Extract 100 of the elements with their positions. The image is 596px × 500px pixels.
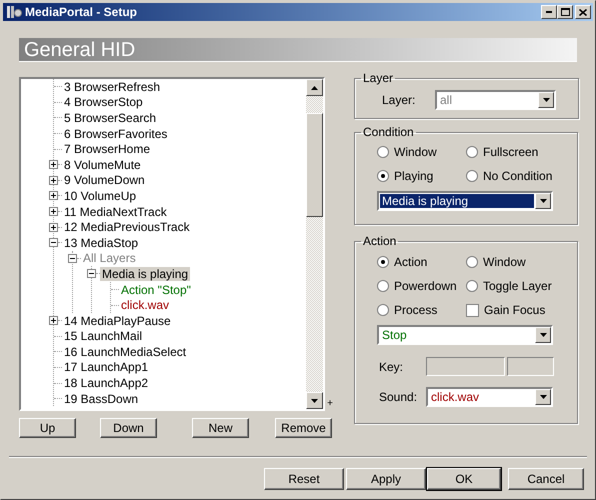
tree-item[interactable]: 19 BassDown [62, 392, 140, 406]
tree-item[interactable]: 10 VolumeUp [62, 188, 138, 203]
plus-icon [51, 162, 56, 168]
option-label: Fullscreen [483, 144, 538, 161]
minus-icon [70, 256, 75, 261]
plus-icon [51, 224, 56, 230]
dropdown[interactable]: Media is playing [377, 191, 553, 211]
radio-button[interactable] [377, 256, 389, 268]
tree-item[interactable]: 11 MediaNextTrack [62, 204, 169, 219]
collapse-toggle[interactable] [68, 254, 77, 263]
tree-item[interactable]: 3 BrowserRefresh [62, 80, 162, 94]
option-label: Playing [394, 168, 434, 185]
scroll-thumb[interactable] [306, 113, 324, 217]
expand-toggle[interactable] [49, 207, 58, 216]
plus-icon [51, 193, 56, 198]
tree-item[interactable]: 4 BrowserStop [62, 95, 145, 110]
collapse-toggle[interactable] [49, 238, 58, 248]
dropdown[interactable]: click.wav [426, 387, 553, 407]
tree-item[interactable]: 13 MediaStop [62, 236, 140, 250]
expand-toggle[interactable] [49, 160, 58, 170]
maximize-icon [560, 8, 570, 16]
radio-button[interactable] [466, 170, 478, 182]
push-button[interactable]: New [192, 418, 249, 438]
radio-button[interactable] [377, 280, 389, 292]
tree-item[interactable]: Action "Stop" [119, 282, 193, 297]
plus-icon [51, 209, 56, 214]
push-button[interactable]: Down [100, 418, 157, 438]
maximize-button[interactable] [557, 5, 573, 19]
dropdown-arrow-icon [540, 199, 546, 203]
dropdown-button[interactable] [535, 327, 551, 343]
plus-icon [51, 318, 56, 324]
radio-button[interactable] [377, 170, 389, 182]
dropdown-arrow-icon [542, 98, 550, 102]
close-button[interactable] [575, 5, 591, 19]
tree-item[interactable]: 8 VolumeMute [62, 158, 143, 172]
dropdown-value: Stop [381, 328, 408, 342]
option-label: No Condition [483, 168, 552, 185]
push-button[interactable]: Reset [264, 468, 344, 490]
expand-toggle[interactable] [49, 222, 58, 232]
down-arrow-icon [311, 398, 318, 402]
dropdown-value: click.wav [430, 390, 480, 404]
radio-button[interactable] [377, 304, 389, 316]
plus-icon [51, 178, 56, 183]
window-title: MediaPortal - Setup [25, 4, 138, 21]
tree-item[interactable]: 9 VolumeDown [62, 173, 147, 188]
push-button[interactable]: Remove [275, 418, 332, 438]
close-icon [579, 8, 587, 16]
tree-item[interactable]: click.wav [119, 298, 172, 312]
expand-toggle[interactable] [49, 316, 58, 326]
radio-button[interactable] [466, 256, 478, 268]
minus-icon [51, 240, 56, 246]
option-label: Window [394, 144, 437, 161]
collapse-toggle[interactable] [87, 269, 96, 278]
resize-mark: + [327, 397, 333, 411]
group-title: Action [362, 234, 398, 248]
group-title: Layer [362, 71, 394, 85]
dropdown-button[interactable] [535, 193, 551, 209]
dropdown-arrow-icon [540, 333, 546, 337]
app-icon [6, 5, 22, 19]
push-button[interactable]: Up [19, 418, 76, 438]
checkbox[interactable] [466, 304, 479, 316]
push-button[interactable]: Apply [346, 468, 426, 490]
option-label: Toggle Layer [483, 278, 552, 295]
up-arrow-icon [311, 86, 318, 90]
group-title: Condition [362, 125, 415, 139]
key-modifier-field[interactable] [507, 357, 554, 376]
tree-item[interactable]: 14 MediaPlayPause [62, 314, 173, 328]
dropdown-value: Media is playing [380, 194, 534, 208]
section-title: General HID [24, 40, 136, 60]
radio-button[interactable] [466, 280, 478, 292]
push-button[interactable]: Cancel [508, 468, 584, 490]
expand-toggle[interactable] [49, 176, 58, 185]
tree-item[interactable]: 12 MediaPreviousTrack [62, 220, 192, 234]
tree-item[interactable]: All Layers [81, 251, 138, 266]
tree-item[interactable]: 15 LaunchMail [62, 329, 144, 344]
minus-icon [89, 271, 94, 276]
option-label: Process [394, 302, 438, 319]
key-label: Key: [379, 358, 404, 376]
tree-item[interactable]: 6 BrowserFavorites [62, 126, 170, 141]
sound-label: Sound: [379, 389, 418, 406]
dropdown-value: all [439, 93, 454, 107]
expand-toggle[interactable] [49, 191, 58, 200]
scroll-down-button[interactable] [306, 392, 324, 409]
tree-item[interactable]: Media is playing [100, 266, 190, 281]
tree-item[interactable]: 5 BrowserSearch [62, 110, 158, 125]
push-button[interactable]: OK [427, 468, 501, 490]
tree-item[interactable]: 7 BrowserHome [62, 142, 152, 156]
scroll-up-button[interactable] [306, 79, 324, 96]
dropdown-button[interactable] [535, 389, 551, 405]
tree-item[interactable]: 16 LaunchMediaSelect [62, 344, 188, 359]
radio-button[interactable] [466, 146, 478, 158]
scrollbar[interactable] [306, 79, 324, 409]
option-label: Gain Focus [484, 302, 546, 319]
dropdown[interactable]: Stop [377, 325, 553, 345]
tree-item[interactable]: 18 LaunchApp2 [62, 376, 150, 390]
radio-button[interactable] [377, 146, 389, 158]
minimize-button[interactable] [541, 5, 557, 19]
tree-item[interactable]: 17 LaunchApp1 [62, 360, 150, 374]
minimize-icon [546, 11, 552, 13]
dropdown-arrow-icon [540, 395, 546, 399]
